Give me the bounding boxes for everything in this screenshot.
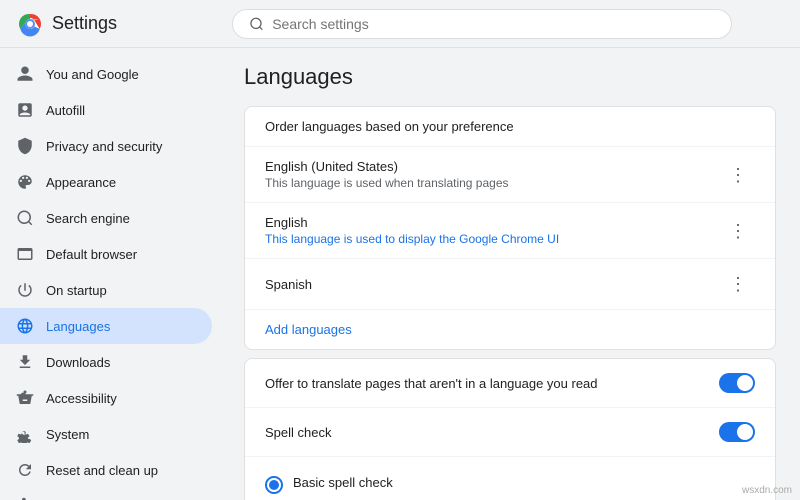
language-info: English (United States) This language is… xyxy=(265,159,509,190)
basic-spell-check-label: Basic spell check xyxy=(293,475,393,490)
logo-area: Settings xyxy=(16,10,216,38)
basic-spell-check-radio[interactable] xyxy=(265,476,283,494)
search-engine-icon xyxy=(16,209,34,227)
sidebar-item-search-engine[interactable]: Search engine xyxy=(0,200,212,236)
main-content: You and Google Autofill Privacy and secu… xyxy=(0,48,800,500)
system-icon xyxy=(16,425,34,443)
sidebar-item-label: Reset and clean up xyxy=(46,463,158,478)
language-row-spanish: Spanish ⋮ xyxy=(245,259,775,310)
spell-check-row: Spell check xyxy=(245,408,775,457)
language-desc: This language is used when translating p… xyxy=(265,176,509,190)
language-name: English (United States) xyxy=(265,159,509,174)
download-icon xyxy=(16,353,34,371)
search-bar[interactable] xyxy=(232,9,732,39)
add-languages-button[interactable]: Add languages xyxy=(245,310,372,349)
language-row-english-us: English (United States) This language is… xyxy=(245,147,775,203)
spell-check-toggle[interactable] xyxy=(719,422,755,442)
page-title: Languages xyxy=(244,64,776,90)
search-icon xyxy=(249,16,264,32)
language-options-button[interactable]: ⋮ xyxy=(721,162,755,188)
globe-icon xyxy=(16,317,34,335)
sidebar-item-label: Downloads xyxy=(46,355,110,370)
sidebar-item-appearance[interactable]: Appearance xyxy=(0,164,212,200)
top-bar: Settings xyxy=(0,0,800,48)
watermark: wsxdn.com xyxy=(742,485,792,496)
accessibility-icon xyxy=(16,389,34,407)
offer-translate-row: Offer to translate pages that aren't in … xyxy=(245,359,775,408)
page-title: Settings xyxy=(52,13,117,34)
autofill-icon xyxy=(16,101,34,119)
sidebar-item-default-browser[interactable]: Default browser xyxy=(0,236,212,272)
shield-icon xyxy=(16,137,34,155)
language-desc: This language is used to display the Goo… xyxy=(265,232,559,246)
language-name: English xyxy=(265,215,559,230)
sidebar-item-label: Accessibility xyxy=(46,391,117,406)
page-content: Languages Order languages based on your … xyxy=(220,48,800,500)
sidebar-item-label: Appearance xyxy=(46,175,116,190)
sidebar-item-on-startup[interactable]: On startup xyxy=(0,272,212,308)
language-options-button[interactable]: ⋮ xyxy=(721,218,755,244)
sidebar: You and Google Autofill Privacy and secu… xyxy=(0,48,220,500)
spell-check-label: Spell check xyxy=(265,425,331,440)
search-input[interactable] xyxy=(272,16,715,32)
browser-icon xyxy=(16,245,34,263)
person-icon xyxy=(16,65,34,83)
sidebar-item-label: System xyxy=(46,427,89,442)
language-info: English This language is used to display… xyxy=(265,215,559,246)
sidebar-item-label: Languages xyxy=(46,319,110,334)
chrome-logo-icon xyxy=(16,10,44,38)
sidebar-item-label: On startup xyxy=(46,283,107,298)
sidebar-item-system[interactable]: System xyxy=(0,416,212,452)
reset-icon xyxy=(16,461,34,479)
basic-spell-check-info: Basic spell check xyxy=(293,475,393,490)
languages-card-header: Order languages based on your preference xyxy=(245,107,775,147)
spell-check-section: Basic spell check Enhanced spell check U… xyxy=(245,457,775,500)
sidebar-item-accessibility[interactable]: Accessibility xyxy=(0,380,212,416)
startup-icon xyxy=(16,281,34,299)
language-row-english: English This language is used to display… xyxy=(245,203,775,259)
offer-translate-toggle[interactable] xyxy=(719,373,755,393)
language-options-button[interactable]: ⋮ xyxy=(721,271,755,297)
language-name: Spanish xyxy=(265,277,312,292)
sidebar-item-extensions[interactable]: Extensions xyxy=(0,488,212,500)
sidebar-item-downloads[interactable]: Downloads xyxy=(0,344,212,380)
sidebar-item-languages[interactable]: Languages xyxy=(0,308,212,344)
sidebar-item-you-and-google[interactable]: You and Google xyxy=(0,56,212,92)
sidebar-item-autofill[interactable]: Autofill xyxy=(0,92,212,128)
sidebar-item-label: Default browser xyxy=(46,247,137,262)
sidebar-item-privacy-and-security[interactable]: Privacy and security xyxy=(0,128,212,164)
offer-translate-label: Offer to translate pages that aren't in … xyxy=(265,376,598,391)
basic-spell-check-row: Basic spell check xyxy=(265,469,755,500)
sidebar-item-label: Autofill xyxy=(46,103,85,118)
sidebar-item-reset-and-clean-up[interactable]: Reset and clean up xyxy=(0,452,212,488)
sidebar-item-label: You and Google xyxy=(46,67,139,82)
language-info: Spanish xyxy=(265,277,312,292)
languages-card: Order languages based on your preference… xyxy=(244,106,776,350)
sidebar-item-label: Privacy and security xyxy=(46,139,162,154)
offer-translate-card: Offer to translate pages that aren't in … xyxy=(244,358,776,500)
sidebar-item-label: Search engine xyxy=(46,211,130,226)
appearance-icon xyxy=(16,173,34,191)
